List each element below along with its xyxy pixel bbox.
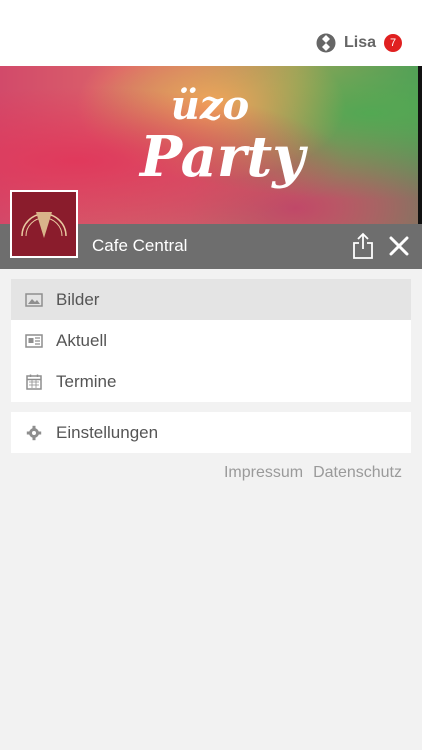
image-icon: [25, 292, 43, 307]
gear-icon: [26, 425, 42, 440]
top-bar: Lisa 7: [0, 0, 422, 66]
menu-item-bilder[interactable]: Bilder: [11, 279, 411, 320]
user-menu[interactable]: Lisa 7: [316, 33, 402, 53]
menu-item-label: Einstellungen: [56, 422, 159, 442]
user-app-icon: [316, 33, 336, 53]
notification-badge[interactable]: 7: [384, 34, 402, 52]
venue-logo-icon: [12, 192, 76, 256]
menu-item-aktuell[interactable]: Aktuell: [11, 320, 411, 361]
menu-item-label: Bilder: [56, 289, 100, 309]
user-name[interactable]: Lisa: [344, 34, 376, 52]
empty-content-area: [11, 490, 411, 750]
banner-logo-bottom: Party: [140, 124, 305, 190]
footer-links: Impressum Datenschutz: [214, 464, 402, 482]
navigation-menu: Bilder Aktuell Termine: [11, 279, 411, 402]
share-icon[interactable]: [352, 232, 374, 260]
menu-item-einstellungen[interactable]: Einstellungen: [11, 412, 411, 453]
settings-menu: Einstellungen: [11, 412, 411, 453]
venue-logo-thumbnail: [10, 190, 78, 258]
impressum-link[interactable]: Impressum: [224, 464, 303, 482]
newspaper-icon: [25, 333, 43, 348]
close-icon[interactable]: [389, 236, 409, 256]
menu-item-termine[interactable]: Termine: [11, 361, 411, 402]
menu-item-label: Termine: [56, 371, 117, 391]
datenschutz-link[interactable]: Datenschutz: [313, 464, 402, 482]
calendar-icon: [26, 374, 42, 390]
menu-item-label: Aktuell: [56, 330, 108, 350]
banner-edge: [418, 66, 422, 224]
banner-logo: üzo Party: [140, 82, 305, 190]
banner-logo-top: üzo: [170, 82, 250, 129]
venue-name: Cafe Central: [92, 236, 188, 255]
